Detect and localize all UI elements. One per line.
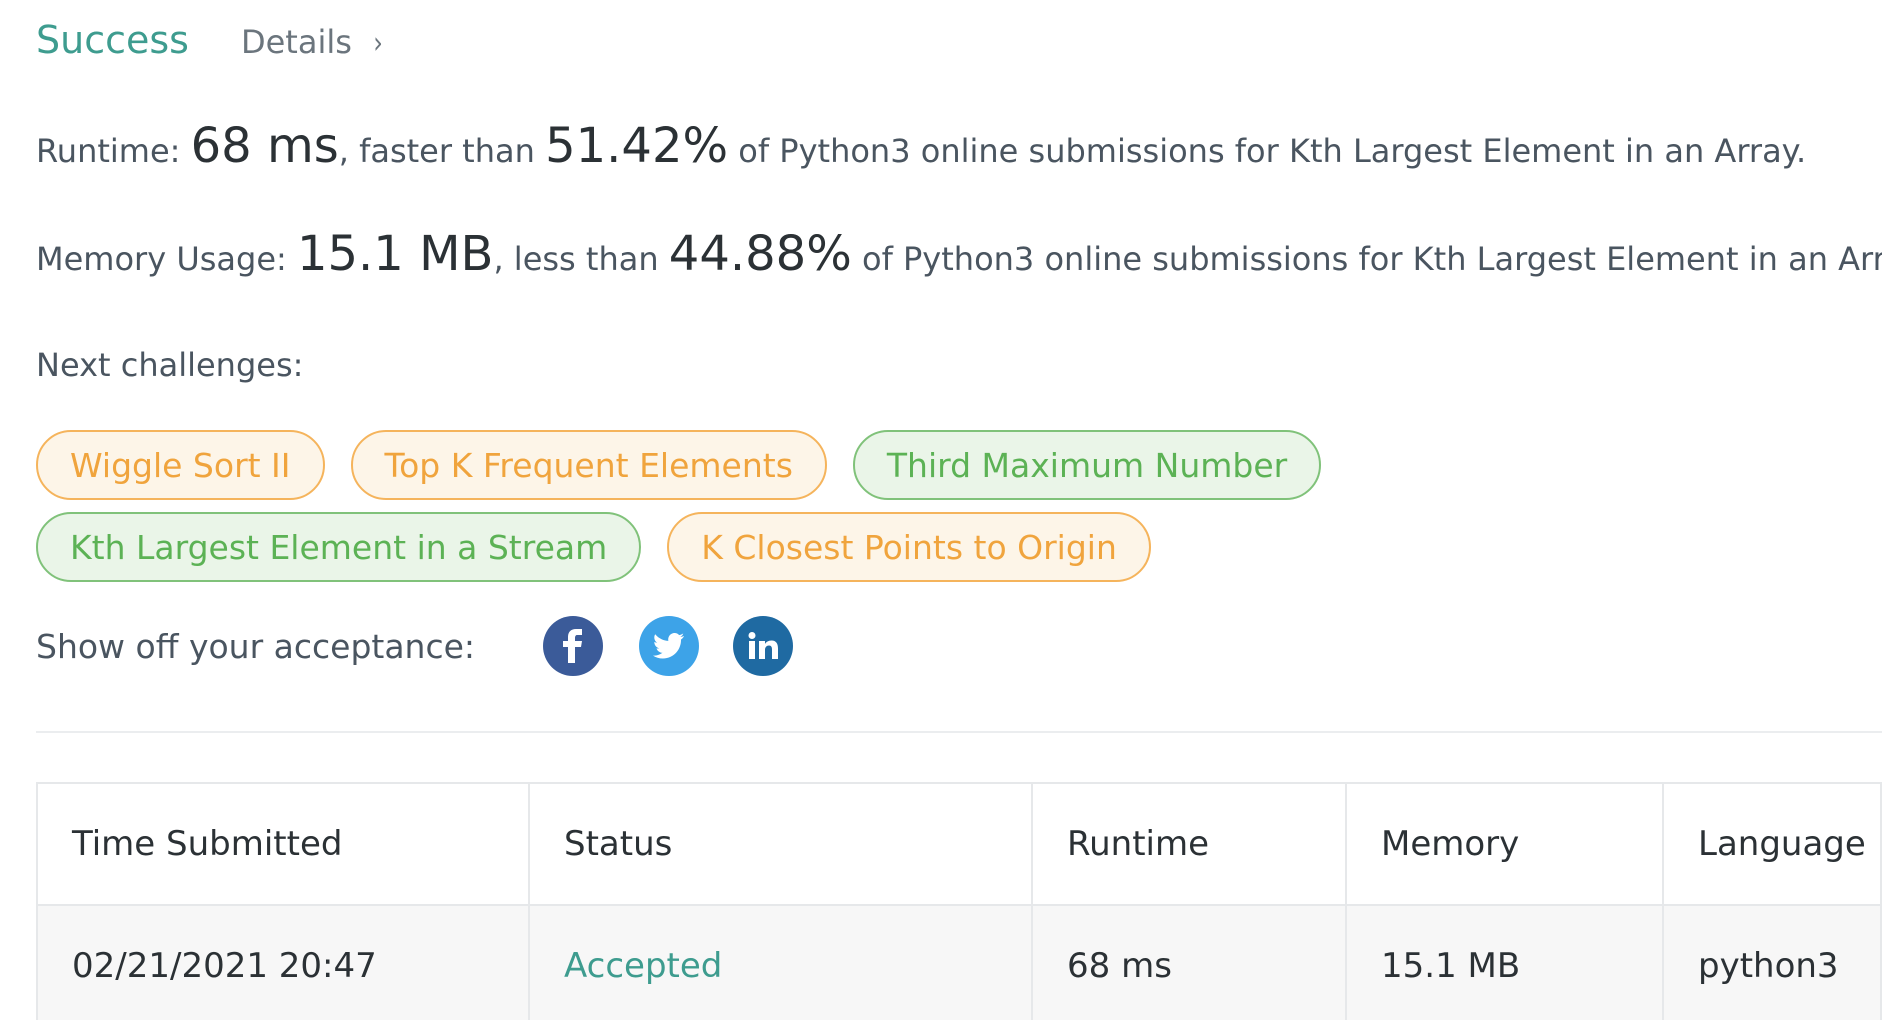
cell-memory: 15.1 MB bbox=[1345, 904, 1664, 1020]
share-label: Show off your acceptance: bbox=[36, 626, 476, 666]
table-row: 02/21/2021 20:47 Accepted 68 ms 15.1 MB … bbox=[36, 904, 1882, 1020]
cell-language: python3 bbox=[1662, 904, 1882, 1020]
memory-summary: Memory Usage: 15.1 MB, less than 44.88% … bbox=[36, 226, 1882, 282]
challenge-chip-third-maximum-number[interactable]: Third Maximum Number bbox=[852, 430, 1322, 500]
memory-comparison: , less than bbox=[493, 240, 659, 278]
challenge-chip-kth-largest-in-stream[interactable]: Kth Largest Element in a Stream bbox=[36, 512, 642, 582]
runtime-percent: 51.42% bbox=[545, 118, 729, 174]
next-challenges-list: Wiggle Sort II Top K Frequent Elements T… bbox=[36, 430, 1536, 594]
challenge-chip-top-k-frequent-elements[interactable]: Top K Frequent Elements bbox=[350, 430, 827, 500]
cell-runtime: 68 ms bbox=[1031, 904, 1347, 1020]
chevron-right-icon: › bbox=[373, 26, 383, 61]
details-link[interactable]: Details › bbox=[241, 23, 384, 61]
column-header-runtime[interactable]: Runtime bbox=[1031, 782, 1347, 906]
result-header: Success Details › bbox=[36, 18, 384, 62]
runtime-comparison: , faster than bbox=[338, 132, 535, 170]
section-divider bbox=[36, 731, 1882, 733]
column-header-language[interactable]: Language bbox=[1662, 782, 1882, 906]
share-section: Show off your acceptance: bbox=[36, 616, 794, 676]
submission-status-title: Success bbox=[36, 18, 189, 62]
memory-label: Memory Usage: bbox=[36, 240, 287, 278]
challenge-chip-k-closest-points[interactable]: K Closest Points to Origin bbox=[667, 512, 1151, 582]
twitter-icon[interactable] bbox=[639, 616, 700, 676]
column-header-time-submitted[interactable]: Time Submitted bbox=[36, 782, 530, 906]
memory-value: 15.1 MB bbox=[296, 226, 494, 282]
runtime-suffix: of Python3 online submissions for Kth La… bbox=[738, 132, 1807, 170]
runtime-value: 68 ms bbox=[190, 118, 339, 174]
details-label: Details bbox=[240, 23, 352, 61]
column-header-status[interactable]: Status bbox=[528, 782, 1033, 906]
challenge-chip-wiggle-sort-ii[interactable]: Wiggle Sort II bbox=[36, 430, 325, 500]
runtime-summary: Runtime: 68 ms, faster than 51.42% of Py… bbox=[36, 118, 1806, 174]
cell-status-link[interactable]: Accepted bbox=[528, 904, 1033, 1020]
column-header-memory[interactable]: Memory bbox=[1345, 782, 1664, 906]
table-header-row: Time Submitted Status Runtime Memory Lan… bbox=[36, 782, 1882, 906]
next-challenges-label: Next challenges: bbox=[36, 346, 304, 384]
memory-percent: 44.88% bbox=[668, 226, 852, 282]
memory-suffix: of Python3 online submissions for Kth La… bbox=[861, 240, 1882, 278]
runtime-label: Runtime: bbox=[36, 132, 181, 170]
facebook-icon[interactable] bbox=[543, 616, 604, 676]
chip-row: Wiggle Sort II Top K Frequent Elements T… bbox=[36, 430, 1536, 500]
chip-row: Kth Largest Element in a Stream K Closes… bbox=[36, 512, 1536, 582]
linkedin-icon[interactable] bbox=[733, 616, 794, 676]
cell-time-submitted: 02/21/2021 20:47 bbox=[36, 904, 530, 1020]
submissions-table: Time Submitted Status Runtime Memory Lan… bbox=[36, 782, 1882, 1020]
